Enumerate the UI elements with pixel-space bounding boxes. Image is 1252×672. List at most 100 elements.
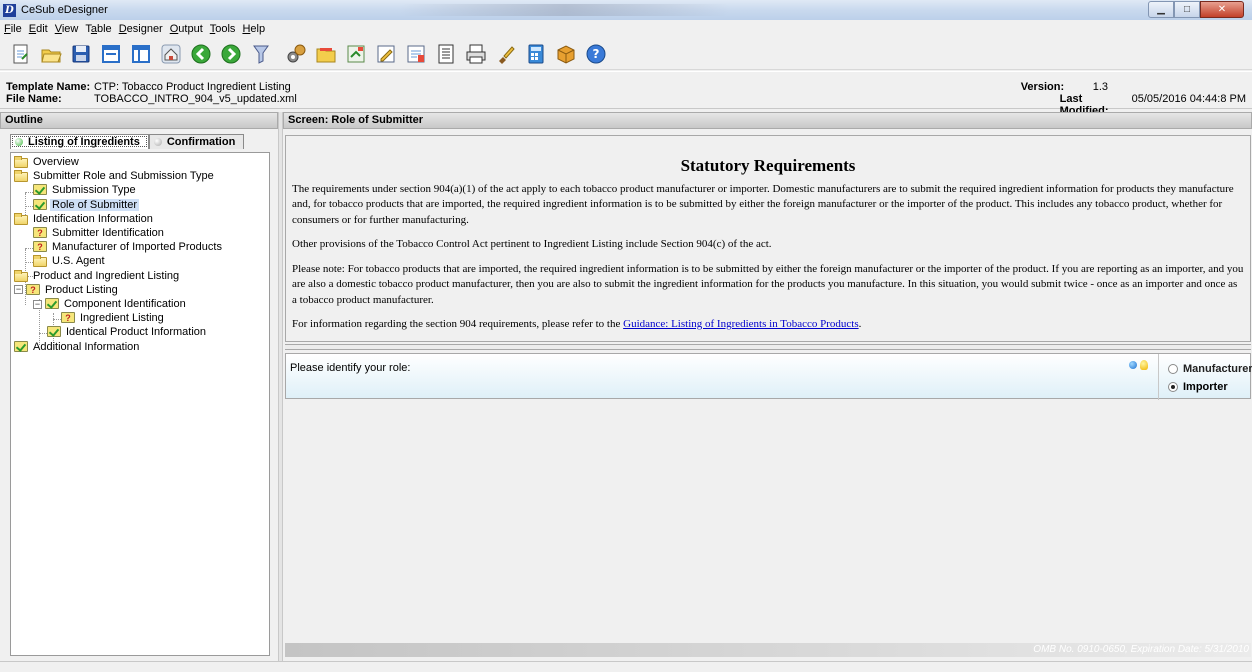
tree-item-additional-information[interactable]: Additional Information — [14, 340, 141, 354]
requirements-paragraph-4: For information regarding the section 90… — [292, 317, 1244, 333]
tree-item-label: Identical Product Information — [66, 326, 207, 339]
package-button[interactable] — [554, 42, 578, 66]
filter-button[interactable] — [249, 42, 273, 66]
close-button[interactable]: ✕ — [1200, 1, 1244, 18]
template-name-value: CTP: Tobacco Product Ingredient Listing — [94, 81, 291, 93]
outline-header: Outline — [0, 112, 278, 129]
template-info-bar: Template Name: CTP: Tobacco Product Ingr… — [0, 71, 1252, 117]
save-icon — [72, 45, 90, 62]
collapse-toggle-icon[interactable]: − — [14, 285, 23, 295]
tree-item-product-and-ingredient-listing[interactable]: Product and Ingredient Listing — [14, 269, 181, 283]
tree-item-label: Submission Type — [52, 184, 136, 197]
export-button[interactable] — [344, 42, 368, 66]
back-button[interactable] — [189, 42, 213, 66]
version-value: 1.3 — [1092, 81, 1108, 93]
template-name-label: Template Name: — [6, 81, 91, 93]
tree-item-submitter-role-and-submission-type[interactable]: Submitter Role and Submission Type — [14, 169, 216, 183]
panel-icon — [132, 44, 150, 63]
folder-icon — [14, 156, 28, 168]
menu-output[interactable]: Output — [170, 23, 203, 35]
panel-button[interactable] — [129, 42, 153, 66]
brush-icon — [499, 45, 515, 64]
menu-tools[interactable]: Tools — [210, 23, 236, 35]
tree-item-manufacturer-of-imported-products[interactable]: ? Manufacturer of Imported Products — [33, 240, 224, 254]
settings-button[interactable] — [284, 42, 308, 66]
calculator-button[interactable] — [524, 42, 548, 66]
tab-confirmation[interactable]: Confirmation — [148, 134, 245, 149]
radio-button[interactable] — [1168, 364, 1178, 374]
folder-tab-button[interactable] — [314, 42, 338, 66]
new-document-icon — [13, 44, 28, 63]
minimize-button[interactable]: ▁ — [1148, 1, 1174, 18]
save-button[interactable] — [69, 42, 93, 66]
tree-item-ingredient-listing[interactable]: ? Ingredient Listing — [61, 311, 166, 325]
settings-icon — [287, 44, 306, 62]
role-prompt: Please identify your role: — [290, 362, 411, 374]
collapse-toggle-icon[interactable]: − — [33, 299, 42, 309]
import-button[interactable] — [404, 42, 428, 66]
tree-item-role-of-submitter[interactable]: Role of Submitter — [33, 198, 139, 212]
tree-item-label: Additional Information — [33, 340, 140, 353]
tree-item-label: Manufacturer of Imported Products — [52, 241, 222, 254]
blurred-title-text — [400, 4, 730, 16]
checked-icon — [45, 298, 59, 310]
status-dot-icon — [15, 138, 23, 146]
brush-button[interactable] — [494, 42, 518, 66]
folder-tab-icon — [316, 47, 336, 62]
checked-icon — [14, 340, 28, 353]
panel-divider[interactable] — [285, 344, 1251, 350]
info-dot-icon[interactable] — [1129, 361, 1137, 369]
outline-tabs: Listing of Ingredients Confirmation — [10, 134, 245, 149]
radio-button[interactable] — [1168, 382, 1178, 392]
omb-notice: OMB No. 0910-0650, Expiration Date: 5/31… — [1033, 644, 1249, 655]
requirements-paragraph-3: Please note: For tobacco products that a… — [292, 262, 1244, 306]
forward-button[interactable] — [219, 42, 243, 66]
help-button[interactable]: ? — [584, 42, 608, 66]
tree-item-product-listing[interactable]: −? Product Listing — [14, 283, 120, 297]
toolbar: ? — [0, 38, 1252, 70]
menu-table[interactable]: Table — [85, 23, 111, 35]
screen-header: Screen: Role of Submitter — [283, 112, 1252, 129]
tree-item-submission-type[interactable]: Submission Type — [33, 183, 138, 197]
home-icon — [161, 44, 181, 63]
form-button[interactable] — [434, 42, 458, 66]
checked-icon — [33, 198, 47, 211]
filter-icon — [253, 45, 269, 64]
tree-item-identical-product-information[interactable]: Identical Product Information — [47, 325, 208, 339]
form-icon — [438, 44, 454, 63]
panel-splitter[interactable] — [278, 112, 283, 662]
menu-edit[interactable]: Edit — [29, 23, 48, 35]
export-icon — [347, 45, 365, 62]
menu-file[interactable]: File — [4, 23, 22, 35]
file-name-value: TOBACCO_INTRO_904_v5_updated.xml — [94, 93, 297, 105]
guidance-prefix: For information regarding the section 90… — [292, 318, 624, 330]
checked-icon — [47, 326, 61, 338]
tree-item-submitter-identification[interactable]: ? Submitter Identification — [33, 226, 166, 240]
tree-item-u-s-agent[interactable]: U.S. Agent — [33, 254, 107, 268]
menu-view[interactable]: View — [55, 23, 79, 35]
maximize-button[interactable]: □ — [1174, 1, 1200, 18]
home-button[interactable] — [159, 42, 183, 66]
tree-item-overview[interactable]: Overview — [14, 155, 81, 169]
new-document-button[interactable] — [9, 42, 33, 66]
file-name-label: File Name: — [6, 93, 62, 105]
radio-label: Manufacturer — [1183, 363, 1252, 375]
role-option-manufacturer[interactable]: Manufacturer — [1168, 363, 1252, 375]
edit-button[interactable] — [374, 42, 398, 66]
window-button[interactable] — [99, 42, 123, 66]
print-button[interactable] — [464, 42, 488, 66]
window-icon — [102, 44, 120, 63]
requirements-paragraph-1: The requirements under section 904(a)(1)… — [292, 182, 1234, 226]
question-icon: ? — [33, 241, 47, 253]
guidance-link[interactable]: Guidance: Listing of Ingredients in Toba… — [623, 318, 858, 330]
hint-bulb-icon[interactable] — [1140, 360, 1148, 370]
menu-designer[interactable]: Designer — [119, 23, 163, 35]
tab-listing-of-ingredients[interactable]: Listing of Ingredients — [10, 134, 149, 149]
tree-item-component-identification[interactable]: − Component Identification — [33, 297, 188, 311]
tree-item-label: Ingredient Listing — [80, 312, 164, 325]
menu-help[interactable]: Help — [242, 23, 265, 35]
open-folder-button[interactable] — [39, 42, 63, 66]
tree-item-identification-information[interactable]: Identification Information — [14, 212, 155, 226]
question-icon: ? — [26, 283, 40, 296]
role-option-importer[interactable]: Importer — [1168, 381, 1228, 393]
